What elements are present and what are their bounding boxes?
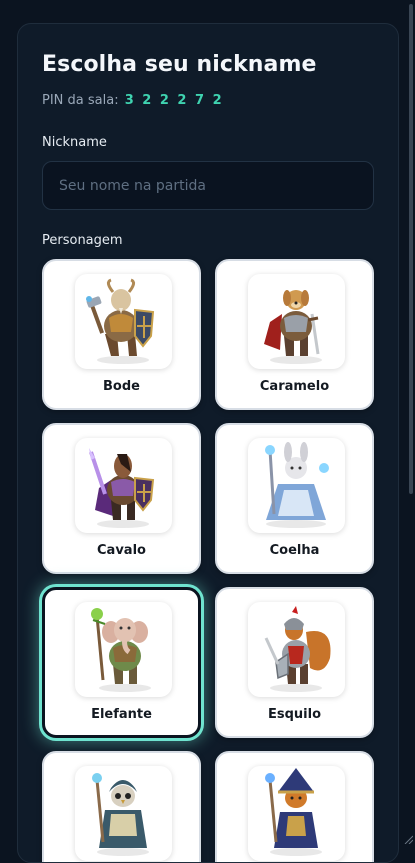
character-card-caramelo[interactable]: Caramelo <box>215 259 374 410</box>
pin-label: PIN da sala: <box>42 93 119 108</box>
character-card-esquilo[interactable]: Esquilo <box>215 587 374 738</box>
room-pin: PIN da sala: 3 2 2 2 7 2 <box>42 93 224 108</box>
dog-knight-icon <box>248 274 345 369</box>
goat-warrior-icon <box>75 274 172 369</box>
character-name: Elefante <box>91 707 152 722</box>
elephant-druid-icon <box>75 602 172 697</box>
fox-wizard-icon <box>248 766 345 861</box>
character-name: Cavalo <box>97 543 146 558</box>
character-card-elefante[interactable]: Elefante <box>42 587 201 738</box>
pin-code: 3 2 2 2 7 2 <box>124 93 224 108</box>
horse-mage-icon <box>75 438 172 533</box>
character-card-cavalo[interactable]: Cavalo <box>42 423 201 574</box>
nickname-label: Nickname <box>42 135 107 150</box>
character-label: Personagem <box>42 233 123 248</box>
character-name: Esquilo <box>267 707 322 722</box>
rabbit-wizard-icon <box>248 438 345 533</box>
character-name: Coelha <box>269 543 320 558</box>
character-card-coelha[interactable]: Coelha <box>215 423 374 574</box>
character-name: Caramelo <box>259 379 330 394</box>
page-title: Escolha seu nickname <box>42 52 317 77</box>
owl-scholar-icon <box>75 766 172 861</box>
nickname-panel: Escolha seu nickname PIN da sala: 3 2 2 … <box>17 23 399 863</box>
nickname-input[interactable] <box>42 161 374 210</box>
character-name: Bode <box>103 379 140 394</box>
character-card-bode[interactable]: Bode <box>42 259 201 410</box>
resize-grip-icon[interactable] <box>403 834 413 844</box>
squirrel-knight-icon <box>248 602 345 697</box>
scrollbar-thumb[interactable] <box>409 4 413 494</box>
character-card-owl[interactable] <box>42 751 201 862</box>
character-card-fox[interactable] <box>215 751 374 862</box>
